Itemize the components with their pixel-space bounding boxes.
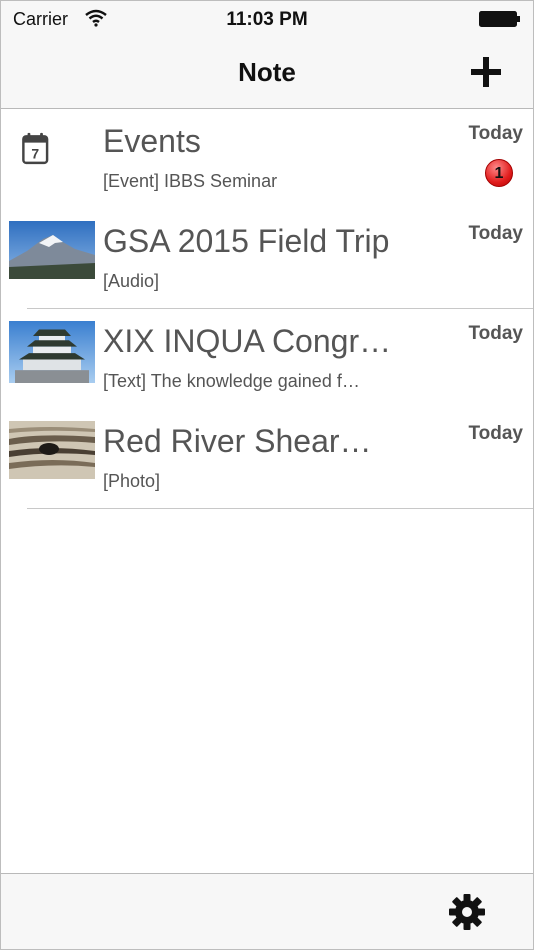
note-subtitle: [Photo] — [103, 471, 161, 491]
note-title: XIX INQUA Congr… — [103, 323, 392, 359]
navigation-bar: Note — [1, 37, 533, 109]
note-title: Events — [103, 123, 201, 159]
note-date: Today — [468, 123, 523, 144]
note-date: Today — [468, 223, 523, 244]
rock-shear-photo-thumbnail — [9, 421, 95, 479]
status-bar: Carrier 11:03 PM — [1, 1, 533, 37]
list-item[interactable]: XIX INQUA Congr… [Text] The knowledge ga… — [1, 309, 533, 409]
castle-photo-thumbnail — [9, 321, 95, 383]
note-subtitle: [Text] The knowledge gained f… — [103, 371, 360, 391]
note-subtitle: [Event] IBBS Seminar — [103, 171, 278, 191]
note-subtitle: [Audio] — [103, 271, 160, 291]
mountain-photo-thumbnail — [9, 221, 95, 279]
page-title: Note — [238, 57, 296, 87]
notes-list: 7 Events [Event] IBBS Seminar Today 1 GS… — [1, 109, 533, 509]
add-note-button[interactable] — [469, 55, 503, 89]
status-time: 11:03 PM — [226, 9, 308, 30]
app-window: Carrier 11:03 PM Note 7 Events [Event] I… — [0, 0, 534, 950]
note-date: Today — [468, 423, 523, 444]
note-title: GSA 2015 Field Trip — [103, 223, 390, 259]
battery-icon — [479, 11, 520, 27]
unread-badge: 1 — [485, 159, 513, 187]
list-item[interactable]: Red River Shear… [Photo] Today — [1, 409, 533, 509]
calendar-icon: 7 — [22, 132, 49, 165]
bottom-toolbar — [1, 873, 533, 949]
note-date: Today — [468, 323, 523, 344]
row-divider — [27, 508, 533, 509]
calendar-day: 7 — [31, 146, 39, 162]
note-title: Red River Shear… — [103, 423, 372, 459]
gear-icon[interactable] — [447, 892, 487, 932]
list-item[interactable]: 7 Events [Event] IBBS Seminar Today 1 — [1, 109, 533, 209]
list-item[interactable]: GSA 2015 Field Trip [Audio] Today — [1, 209, 533, 309]
